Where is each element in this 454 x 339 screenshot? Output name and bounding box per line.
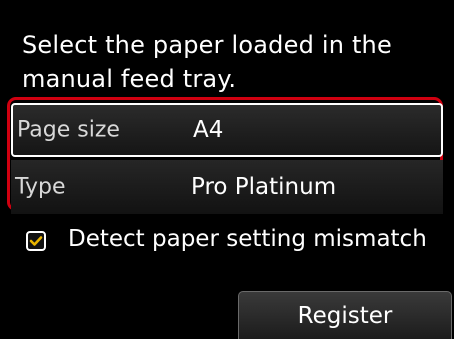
- page-size-label: Page size: [17, 117, 120, 143]
- type-setting[interactable]: Type Pro Platinum: [11, 160, 443, 214]
- page-size-value: A4: [193, 117, 224, 143]
- page-size-setting[interactable]: Page size A4: [11, 103, 443, 157]
- checkmark-icon: [29, 236, 43, 246]
- detect-mismatch-checkbox[interactable]: [26, 231, 46, 251]
- type-label: Type: [15, 174, 66, 200]
- instruction-message: Select the paper loaded in the manual fe…: [22, 31, 392, 93]
- detect-mismatch-label: Detect paper setting mismatch: [68, 226, 427, 252]
- printer-panel-screen: Select the paper loaded in the manual fe…: [0, 0, 454, 339]
- register-button[interactable]: Register: [238, 291, 452, 339]
- type-value: Pro Platinum: [191, 174, 337, 200]
